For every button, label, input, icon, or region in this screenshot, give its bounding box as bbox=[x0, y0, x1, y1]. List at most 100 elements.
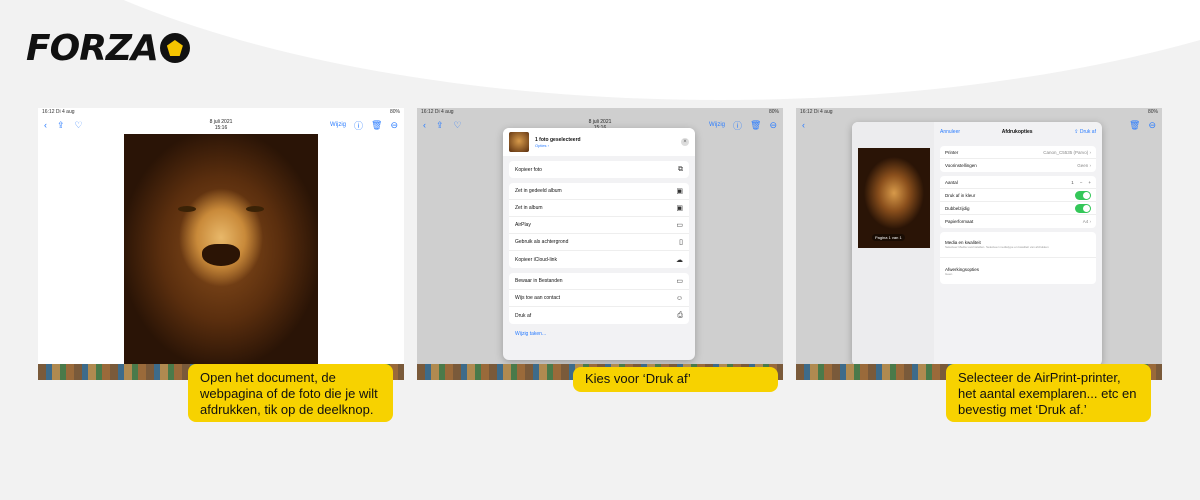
share-group-actions: Zet in gedeeld album ▣ Zet in album ▣ Ai… bbox=[509, 183, 689, 268]
instruction-callout-step-2: Kies voor ‘Druk af’ bbox=[573, 367, 778, 392]
share-row-album[interactable]: Zet in album ▣ bbox=[509, 200, 689, 217]
duplex-row: Dubbelzijdig bbox=[940, 202, 1096, 215]
copies-value: 1 bbox=[1071, 179, 1074, 185]
color-toggle[interactable] bbox=[1075, 190, 1091, 200]
copies-row: Aantal 1 − + bbox=[940, 176, 1096, 189]
photo-time-text: 15:16 bbox=[214, 125, 228, 131]
instruction-callout-step-3: Selecteer de AirPrint-printer, het aanta… bbox=[946, 364, 1151, 422]
copies-stepper[interactable]: 1 − + bbox=[1071, 180, 1091, 185]
airplay-icon: ▭ bbox=[676, 222, 683, 229]
status-bar: 16:12 Di 4 aug 80% bbox=[796, 108, 1162, 116]
lion-eye-left bbox=[178, 206, 196, 212]
screenshot-photo-view: 16:12 Di 4 aug 80% ‹ ⇪ ♡ 8 juli 2021 15:… bbox=[38, 108, 404, 380]
share-sheet-title: 1 foto geselecteerd bbox=[535, 136, 581, 143]
share-row-label: AirPlay bbox=[515, 222, 531, 228]
paper-row[interactable]: Papierformaat A4 › bbox=[940, 215, 1096, 228]
finishing-subtitle: Geen bbox=[945, 271, 953, 276]
page-count-label: Pagina 1 van 1 bbox=[872, 234, 905, 241]
share-group-copy: Kopieer foto ⧉ bbox=[509, 161, 689, 178]
share-sheet-header: 1 foto geselecteerd Opties › × bbox=[503, 128, 695, 156]
forza-logo: FORZA bbox=[26, 27, 190, 69]
finishing-row[interactable]: Afwerkingsopties Geen bbox=[940, 258, 1096, 284]
advanced-group: Media en kwaliteit Selecteer Media voori… bbox=[940, 232, 1096, 284]
cloud-link-icon: ☁ bbox=[676, 256, 683, 264]
printer-value: Canon_C5535 (Parvo) › bbox=[1043, 149, 1091, 155]
share-row-wallpaper[interactable]: Gebruik als achtergrond ▯ bbox=[509, 234, 689, 251]
share-row-label: Kopieer foto bbox=[515, 166, 542, 173]
instruction-callout-step-1: Open het document, de webpagina of de fo… bbox=[188, 364, 393, 422]
status-time: 16:12 Di 4 aug bbox=[421, 109, 454, 115]
share-row-label: Wijs toe aan contact bbox=[515, 295, 561, 301]
share-row-label: Bewaar in Bestanden bbox=[515, 278, 563, 284]
paper-value: A4 › bbox=[1082, 219, 1091, 224]
lion-photo bbox=[124, 134, 318, 364]
contact-icon: ☺ bbox=[675, 294, 683, 302]
share-row-print[interactable]: Druk af ⎙ bbox=[509, 307, 689, 324]
share-row-label: Zet in album bbox=[515, 205, 543, 211]
media-row[interactable]: Media en kwaliteit Selecteer Media voori… bbox=[940, 232, 1096, 258]
edit-actions-link[interactable]: Wijzig taken... bbox=[503, 329, 695, 339]
status-time: 16:12 Di 4 aug bbox=[800, 109, 833, 115]
share-row-label: Gebruik als achtergrond bbox=[515, 239, 569, 245]
print-options-title: Afdrukopties bbox=[1001, 129, 1033, 135]
album-icon: ▣ bbox=[676, 205, 683, 212]
duplex-label: Dubbelzijdig bbox=[945, 205, 970, 211]
print-preview-pane: Pagina 1 van 1 bbox=[852, 122, 934, 366]
plus-icon[interactable]: + bbox=[1088, 180, 1091, 185]
share-row-icloud-link[interactable]: Kopieer iCloud-link ☁ bbox=[509, 251, 689, 268]
copies-label: Aantal bbox=[945, 179, 958, 185]
share-row-contact[interactable]: Wijs toe aan contact ☺ bbox=[509, 290, 689, 307]
presets-row[interactable]: Voorinstellingen Geen › bbox=[940, 159, 1096, 172]
printer-icon: ⎙ bbox=[677, 311, 683, 319]
chevron-left-icon[interactable]: ‹ bbox=[802, 120, 805, 130]
nav-right-group: 🗑 ⊖ bbox=[1129, 120, 1156, 131]
logo-text: FORZA bbox=[26, 27, 159, 69]
status-bar: 16:12 Di 4 aug 80% bbox=[38, 108, 404, 116]
selected-photo-thumbnail bbox=[509, 132, 529, 152]
copy-icon: ⧉ bbox=[678, 165, 683, 173]
more-icon[interactable]: ⊖ bbox=[1148, 120, 1156, 131]
close-icon[interactable]: × bbox=[681, 138, 689, 146]
presets-value: Geen › bbox=[1077, 163, 1091, 168]
share-row-copy-photo[interactable]: Kopieer foto ⧉ bbox=[509, 161, 689, 178]
tutorial-canvas: FORZA 16:12 Di 4 aug 80% ‹ ⇪ ♡ 8 juli 20… bbox=[0, 0, 1200, 500]
copies-group: Aantal 1 − + Druk af in kleur Dubbelzijd… bbox=[940, 176, 1096, 228]
print-options-panel: Pagina 1 van 1 Annuleer Afdrukopties ⇪ D… bbox=[852, 122, 1102, 366]
share-row-shared-album[interactable]: Zet in gedeeld album ▣ bbox=[509, 183, 689, 200]
printer-group: Printer Canon_C5535 (Parvo) › Voorinstel… bbox=[940, 146, 1096, 172]
print-button[interactable]: ⇪ Druk af bbox=[1074, 129, 1096, 135]
phone-icon: ▯ bbox=[679, 239, 683, 246]
options-link[interactable]: Opties › bbox=[535, 143, 581, 148]
minus-icon[interactable]: − bbox=[1080, 180, 1083, 185]
print-preview-thumbnail[interactable] bbox=[858, 148, 930, 248]
duplex-toggle[interactable] bbox=[1075, 203, 1091, 213]
share-row-save-files[interactable]: Bewaar in Bestanden ▭ bbox=[509, 273, 689, 290]
status-battery: 80% bbox=[768, 109, 779, 115]
print-settings-pane: Annuleer Afdrukopties ⇪ Druk af Printer … bbox=[934, 122, 1102, 366]
color-row: Druk af in kleur bbox=[940, 189, 1096, 202]
status-battery: 80% bbox=[389, 109, 400, 115]
printer-row[interactable]: Printer Canon_C5535 (Parvo) › bbox=[940, 146, 1096, 159]
trash-icon[interactable]: 🗑 bbox=[1129, 120, 1140, 131]
lion-eye-right bbox=[246, 206, 264, 212]
printer-label: Printer bbox=[945, 149, 959, 155]
lion-logo-icon bbox=[159, 33, 190, 63]
lion-nose bbox=[202, 244, 240, 266]
share-sheet: 1 foto geselecteerd Opties › × Kopieer f… bbox=[503, 128, 695, 360]
folder-icon: ▭ bbox=[676, 278, 683, 285]
share-row-label: Kopieer iCloud-link bbox=[515, 256, 557, 263]
share-group-more: Bewaar in Bestanden ▭ Wijs toe aan conta… bbox=[509, 273, 689, 324]
status-time: 16:12 Di 4 aug bbox=[42, 109, 75, 115]
print-button-label: Druk af bbox=[1079, 129, 1096, 135]
share-row-airplay[interactable]: AirPlay ▭ bbox=[509, 217, 689, 234]
media-subtitle: Selecteer Media voorinstellen. Selecteer… bbox=[945, 245, 1049, 249]
photo-date: 8 juli 2021 15:16 bbox=[38, 119, 404, 131]
screenshot-share-sheet: 16:12 Di 4 aug 80% ‹ ⇪ ♡ 8 juli 2021 15:… bbox=[417, 108, 783, 380]
status-battery: 80% bbox=[1147, 109, 1158, 115]
photo-navbar: ‹ ⇪ ♡ 8 juli 2021 15:16 Wijzig ⓘ 🗑 ⊖ bbox=[38, 116, 404, 134]
color-label: Druk af in kleur bbox=[945, 192, 976, 198]
share-row-label: Druk af bbox=[515, 312, 532, 319]
print-options-navbar: Annuleer Afdrukopties ⇪ Druk af bbox=[934, 122, 1102, 142]
status-bar: 16:12 Di 4 aug 80% bbox=[417, 108, 783, 116]
cancel-button[interactable]: Annuleer bbox=[940, 129, 960, 135]
